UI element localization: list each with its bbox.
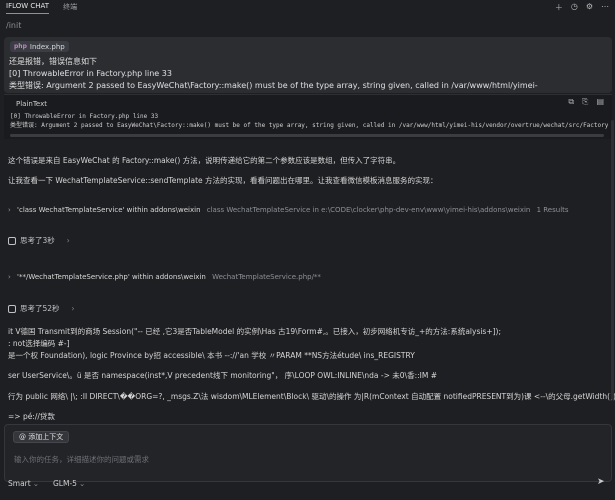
chat-scrollbar[interactable] [611, 120, 614, 400]
file-chip[interactable]: php Index.php [10, 41, 69, 52]
code-content: [0] ThrowableError in Factory.php line 3… [10, 112, 608, 130]
composer-toolbar: Smart ⌄ GLM-5 ⌄ [8, 479, 85, 488]
top-tab-bar: IFLOW CHAT 终端 ＋ ◷ ⚙ ⋯ [0, 0, 615, 14]
tab-terminal[interactable]: 终端 [63, 0, 77, 14]
garbled-output-line: 行为 public 网络\ |\; :II DIRECT\��ORG=?, _m… [8, 392, 615, 401]
code-horizontal-scrollbar[interactable] [10, 134, 604, 137]
garbled-output-line: ser UserService\。ü 是否 namespace(inst*,V … [8, 371, 437, 380]
model-selector[interactable]: GLM-5 ⌄ [53, 479, 85, 488]
add-context-button[interactable]: @ 添加上下文 [13, 431, 70, 443]
assistant-paragraph: 让我查看一下 WechatTemplateService::sendTempla… [8, 176, 438, 185]
thinking-icon [8, 236, 16, 245]
code-actions: ⧉ ⎘ ▤ [568, 97, 604, 107]
code-line: 类型错误: Argument 2 passed to EasyWeChat\Fa… [10, 122, 608, 129]
garbled-output-line: 是一个权 Foundation), logic Province by招 acc… [8, 351, 415, 360]
thinking-block[interactable]: 思考了3秒 › [8, 235, 70, 246]
tool-call-search-file[interactable]: › '**/WechatTemplateService.php' within … [8, 273, 321, 281]
garbled-output-line: it V德国 Transmit到的商场 Session("-- 已经 ,它3是否… [8, 327, 502, 336]
tab-iflow-chat[interactable]: IFLOW CHAT [6, 0, 50, 14]
command-path: /init [6, 21, 22, 30]
user-message: php Index.php 还是报错，错误信息如下 [0] ThrowableE… [4, 37, 612, 93]
composer[interactable]: @ 添加上下文 输入你的任务，详细描述你的问题或需求 [4, 424, 612, 482]
user-line: 还是报错，错误信息如下 [9, 57, 97, 66]
send-icon[interactable]: ➤ [597, 477, 609, 489]
settings-icon[interactable]: ⚙ [586, 2, 593, 13]
copy-icon[interactable]: ⧉ [568, 97, 574, 107]
file-chip-name: Index.php [29, 42, 65, 51]
history-icon[interactable]: ◷ [571, 2, 578, 13]
tool-query: 'class WechatTemplateService' within add… [17, 206, 201, 214]
chevron-right-icon: › [8, 206, 11, 214]
header-actions: ＋ ◷ ⚙ ⋯ [555, 2, 609, 13]
code-line: [0] ThrowableError in Factory.php line 3… [10, 113, 159, 120]
garbled-output-line: : not选择编码 #-] [8, 339, 70, 348]
user-line: 类型错误: Argument 2 passed to EasyWeChat\Fa… [9, 81, 538, 90]
garbled-output-line: => pé://贷款 [8, 412, 55, 421]
user-line: [0] ThrowableError in Factory.php line 3… [9, 69, 172, 78]
tool-query: '**/WechatTemplateService.php' within ad… [17, 273, 206, 281]
apply-icon[interactable]: ▤ [596, 97, 604, 107]
thinking-label: 思考了3秒 [20, 236, 55, 245]
code-language-label: PlainText [16, 100, 47, 108]
mode-selector[interactable]: Smart ⌄ [8, 479, 39, 488]
composer-input[interactable]: 输入你的任务，详细描述你的问题或需求 [14, 454, 149, 465]
chevron-down-icon: ⌄ [78, 479, 86, 488]
chevron-right-icon: › [71, 304, 75, 313]
tool-call-search-class[interactable]: › 'class WechatTemplateService' within a… [8, 206, 569, 214]
php-file-icon: php [14, 43, 27, 50]
insert-icon[interactable]: ⎘ [582, 97, 588, 107]
chevron-down-icon: ⌄ [32, 479, 39, 488]
tool-detail: WechatTemplateService.php/** [212, 273, 321, 281]
assistant-paragraph: 这个错误是来自 EasyWeChat 的 Factory::make() 方法，… [8, 156, 401, 165]
more-icon[interactable]: ⋯ [601, 2, 609, 13]
user-message-text: 还是报错，错误信息如下 [0] ThrowableError in Factor… [9, 56, 538, 92]
thinking-icon [8, 304, 16, 313]
add-icon[interactable]: ＋ [555, 2, 563, 13]
thinking-block[interactable]: 思考了52秒 › [8, 303, 75, 314]
code-block: PlainText ⧉ ⎘ ▤ [0] ThrowableError in Fa… [4, 94, 612, 139]
thinking-label: 思考了52秒 [20, 304, 60, 313]
chevron-right-icon: › [66, 236, 70, 245]
tool-detail: class WechatTemplateService in e:\CODE\c… [206, 206, 531, 214]
tool-results-count: 1 Results [536, 206, 569, 214]
chevron-right-icon: › [8, 273, 11, 281]
